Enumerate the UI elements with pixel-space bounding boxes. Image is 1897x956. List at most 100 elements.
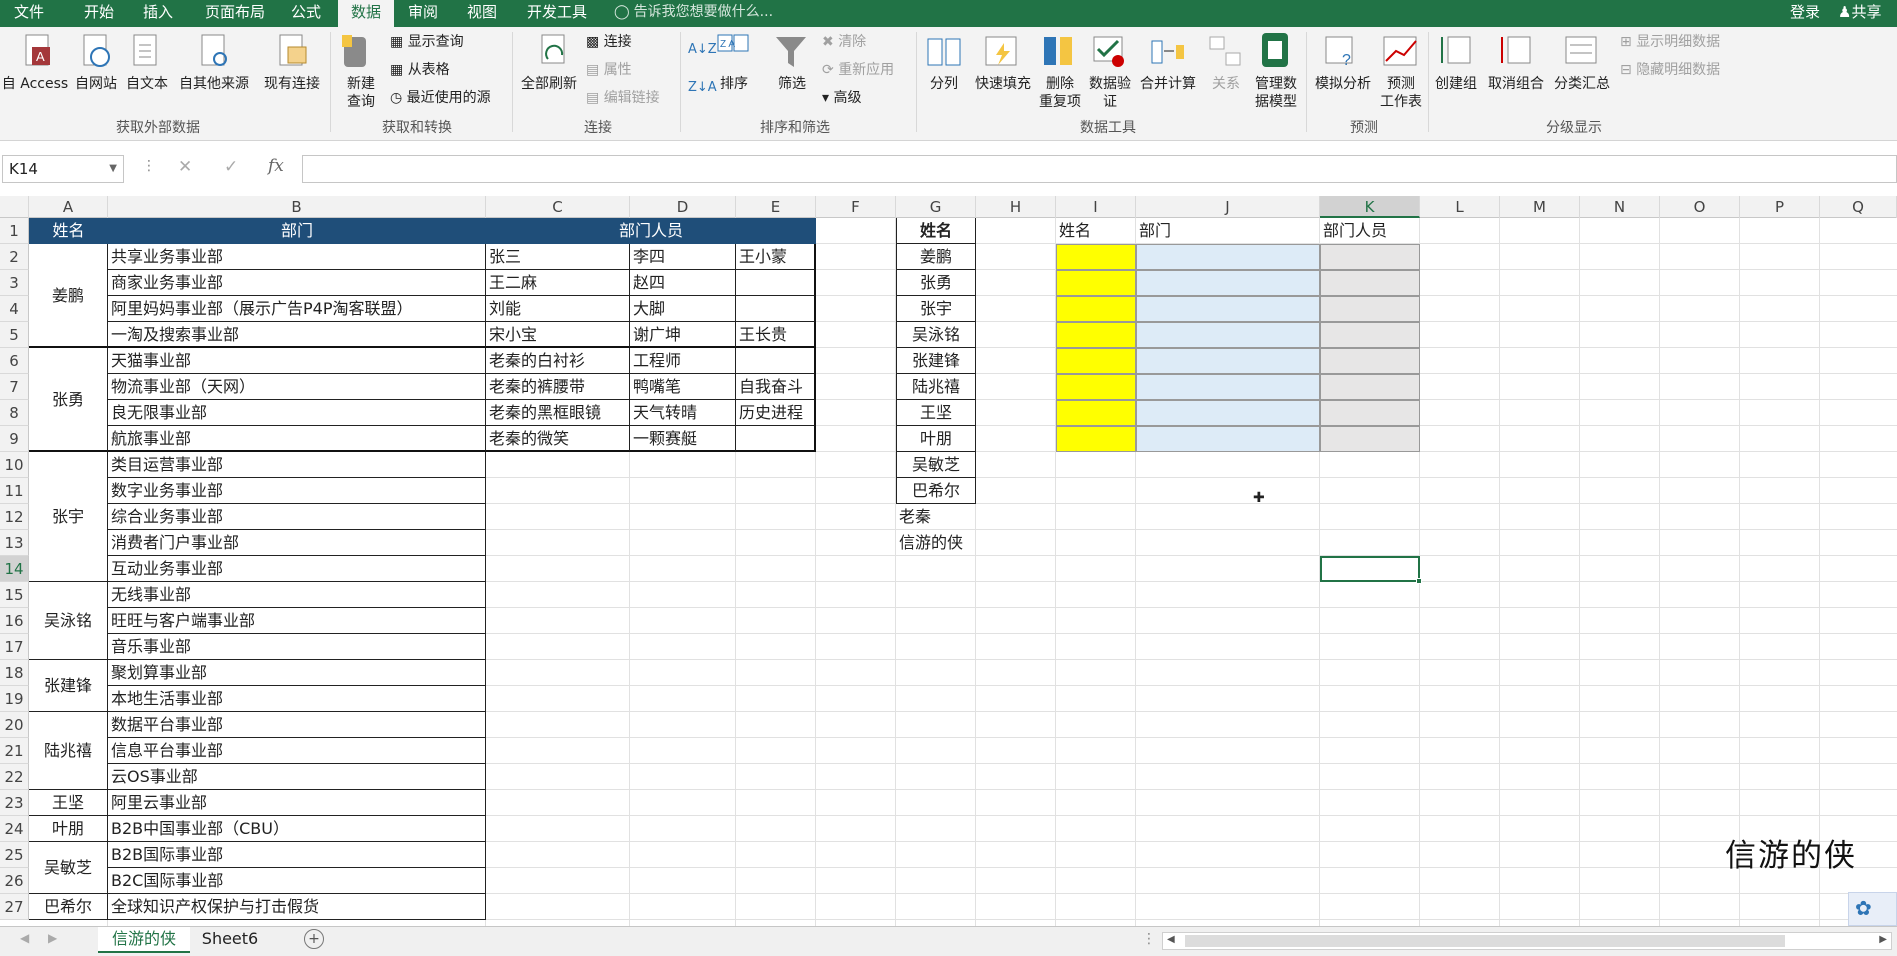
scroll-right-icon[interactable]: ▶: [1879, 934, 1887, 945]
member-cell[interactable]: 李四: [630, 244, 736, 270]
scrollbar-thumb[interactable]: [1185, 935, 1785, 947]
dept-cell[interactable]: B2B国际事业部: [108, 842, 486, 868]
group-button[interactable]: 创建组: [1432, 75, 1480, 93]
row-header-10[interactable]: 10: [0, 452, 29, 478]
row-header-8[interactable]: 8: [0, 400, 29, 426]
name-list-item[interactable]: 吴敏芝: [896, 452, 976, 478]
lookup-dept-output[interactable]: [1136, 426, 1320, 452]
row-header-27[interactable]: 27: [0, 894, 29, 920]
row-header-4[interactable]: 4: [0, 296, 29, 322]
dept-cell[interactable]: 航旅事业部: [108, 426, 486, 452]
member-cell[interactable]: 王二麻: [486, 270, 630, 296]
owner-cell[interactable]: 张勇: [29, 348, 108, 452]
dept-cell[interactable]: 数字业务事业部: [108, 478, 486, 504]
name-list-item[interactable]: 张建锋: [896, 348, 976, 374]
lookup-members-output[interactable]: [1320, 244, 1420, 270]
insert-function-icon[interactable]: fx: [268, 156, 284, 176]
column-header-h[interactable]: H: [976, 196, 1056, 218]
row-header-12[interactable]: 12: [0, 504, 29, 530]
add-sheet-icon[interactable]: +: [304, 929, 324, 949]
column-header-k[interactable]: K: [1320, 196, 1420, 218]
name-box[interactable]: K14 ▼: [2, 155, 124, 183]
row-header-15[interactable]: 15: [0, 582, 29, 608]
member-cell[interactable]: 一颗赛艇: [630, 426, 736, 452]
lookup-members-output[interactable]: [1320, 426, 1420, 452]
show-queries-button[interactable]: ▦ 显示查询: [390, 33, 464, 51]
row-header-23[interactable]: 23: [0, 790, 29, 816]
from-text-button[interactable]: 自文本: [122, 75, 172, 93]
tab-insert[interactable]: 插入: [132, 0, 184, 27]
fill-handle[interactable]: [1416, 578, 1422, 584]
lookup-header-name[interactable]: 姓名: [1056, 218, 1136, 244]
member-cell[interactable]: 王长贵: [736, 322, 816, 348]
sort-ascending-icon[interactable]: A↓Z: [688, 41, 717, 59]
advanced-filter-button[interactable]: ▾ 高级: [822, 89, 861, 107]
lookup-name-input[interactable]: [1056, 322, 1136, 348]
dept-cell[interactable]: B2C国际事业部: [108, 868, 486, 894]
forecast-sheet-button[interactable]: 预测 工作表: [1376, 75, 1426, 111]
member-cell[interactable]: [736, 270, 816, 296]
tab-page-layout[interactable]: 页面布局: [194, 0, 276, 27]
lookup-dept-output[interactable]: [1136, 374, 1320, 400]
owner-cell[interactable]: 张宇: [29, 452, 108, 582]
column-header-f[interactable]: F: [816, 196, 896, 218]
sort-button[interactable]: 排序: [712, 75, 756, 93]
lookup-dept-output[interactable]: [1136, 348, 1320, 374]
tab-home[interactable]: 开始: [66, 0, 132, 27]
row-header-17[interactable]: 17: [0, 634, 29, 660]
name-list-item[interactable]: 叶朋: [896, 426, 976, 452]
dept-cell[interactable]: 无线事业部: [108, 582, 486, 608]
lookup-name-input[interactable]: [1056, 296, 1136, 322]
column-header-o[interactable]: O: [1660, 196, 1740, 218]
formula-input[interactable]: [302, 155, 1897, 183]
filter-button[interactable]: 筛选: [770, 75, 814, 93]
tab-developer[interactable]: 开发工具: [516, 0, 598, 27]
row-header-6[interactable]: 6: [0, 348, 29, 374]
row-header-3[interactable]: 3: [0, 270, 29, 296]
row-header-16[interactable]: 16: [0, 608, 29, 634]
horizontal-scrollbar[interactable]: ◀ ▶: [1162, 932, 1892, 950]
edit-links-button[interactable]: ▤ 编辑链接: [586, 89, 660, 107]
flash-fill-button[interactable]: 快速填充: [970, 75, 1036, 93]
dept-cell[interactable]: 商家业务事业部: [108, 270, 486, 296]
member-cell[interactable]: 刘能: [486, 296, 630, 322]
ungroup-button[interactable]: 取消组合: [1484, 75, 1548, 93]
row-header-24[interactable]: 24: [0, 816, 29, 842]
dept-cell[interactable]: 消费者门户事业部: [108, 530, 486, 556]
member-cell[interactable]: 老秦的黑框眼镜: [486, 400, 630, 426]
owner-cell[interactable]: 吴泳铭: [29, 582, 108, 660]
more-options-icon[interactable]: ⋮: [142, 158, 156, 174]
clear-filter-button[interactable]: ✖ 清除: [822, 33, 866, 51]
name-list-item[interactable]: 姜鹏: [896, 244, 976, 270]
from-table-button[interactable]: ▦ 从表格: [390, 61, 450, 79]
row-header-9[interactable]: 9: [0, 426, 29, 452]
column-header-n[interactable]: N: [1580, 196, 1660, 218]
lookup-header-members[interactable]: 部门人员: [1320, 218, 1420, 244]
column-header-a[interactable]: A: [29, 196, 108, 218]
row-header-5[interactable]: 5: [0, 322, 29, 348]
member-cell[interactable]: 谢广坤: [630, 322, 736, 348]
owner-cell[interactable]: 巴希尔: [29, 894, 108, 920]
share-button[interactable]: ♟共享: [1838, 0, 1881, 24]
dept-cell[interactable]: 数据平台事业部: [108, 712, 486, 738]
tab-file[interactable]: 文件: [0, 0, 58, 27]
relationships-button[interactable]: 关系: [1206, 75, 1246, 93]
member-cell[interactable]: 天气转晴: [630, 400, 736, 426]
table-header-members[interactable]: 部门人员: [486, 218, 816, 244]
name-list-extra[interactable]: 老秦: [896, 504, 1056, 530]
owner-cell[interactable]: 姜鹏: [29, 244, 108, 348]
recent-sources-button[interactable]: ◷ 最近使用的源: [390, 89, 491, 107]
next-sheet-icon[interactable]: ▶: [48, 931, 57, 945]
lookup-header-dept[interactable]: 部门: [1136, 218, 1320, 244]
dept-cell[interactable]: 类目运营事业部: [108, 452, 486, 478]
sheet-tab-active[interactable]: 信游的侠: [98, 927, 190, 953]
data-validation-button[interactable]: 数据验 证: [1086, 75, 1134, 111]
consolidate-button[interactable]: 合并计算: [1136, 75, 1200, 93]
manage-data-model-button[interactable]: 管理数 据模型: [1248, 75, 1304, 111]
lookup-dept-output[interactable]: [1136, 400, 1320, 426]
properties-button[interactable]: ▤ 属性: [586, 61, 632, 79]
row-header-20[interactable]: 20: [0, 712, 29, 738]
connections-button[interactable]: ▩ 连接: [586, 33, 632, 51]
tab-split-handle[interactable]: ⋮: [1142, 931, 1156, 947]
column-header-i[interactable]: I: [1056, 196, 1136, 218]
